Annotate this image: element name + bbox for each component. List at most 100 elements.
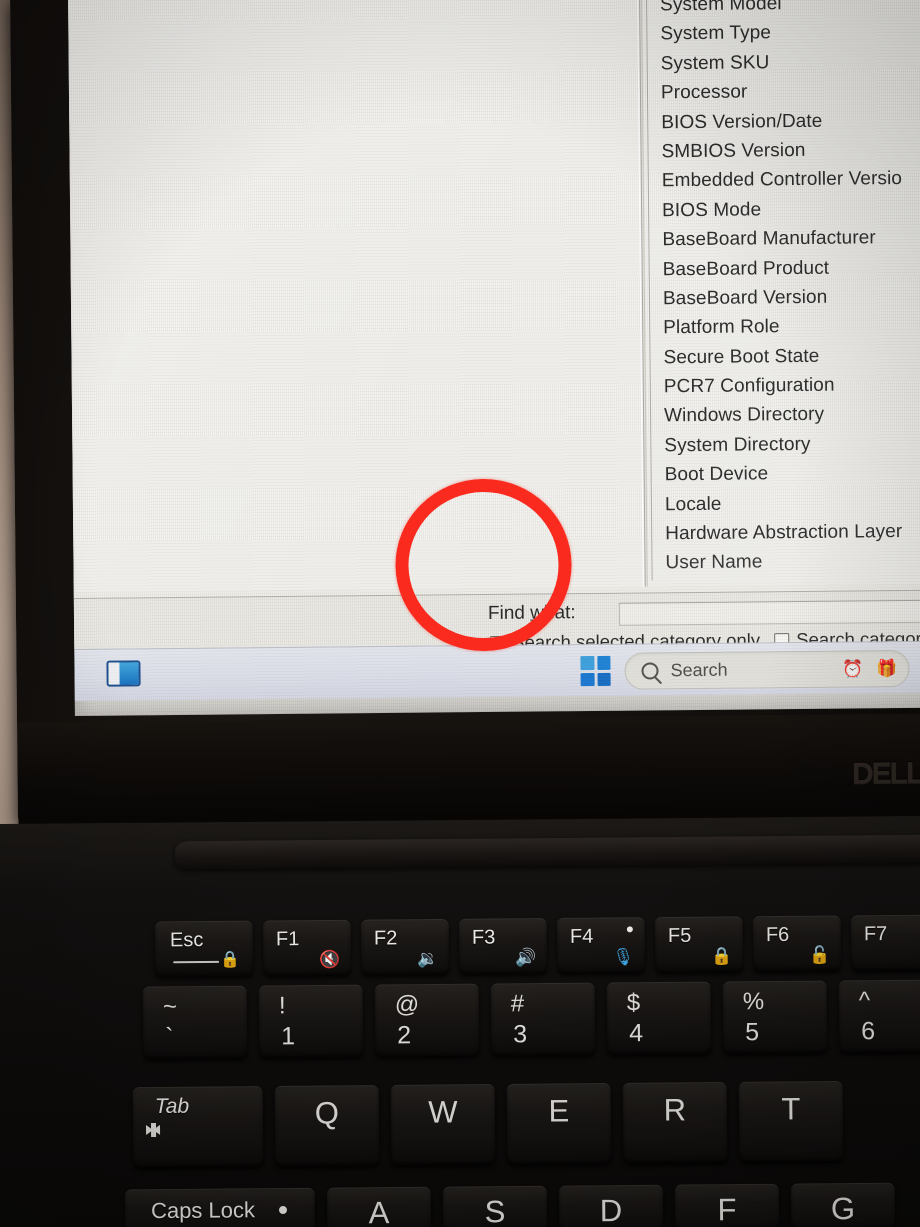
key-label: R [663,1092,687,1128]
list-item[interactable]: Platform Role [645,311,920,343]
find-bar: Find what: Search selected category only… [73,591,920,653]
key-a[interactable]: A [326,1186,432,1227]
taskbar-search-box[interactable]: Search ⏰ 🎁 [624,649,910,690]
list-item[interactable]: Embedded Controller Versio [644,164,920,196]
start-button-icon[interactable] [580,655,611,687]
key-2[interactable]: @2 [374,983,480,1057]
key-t[interactable]: T [738,1080,844,1162]
key-s[interactable]: S [442,1185,548,1227]
key-label: S [484,1194,506,1227]
system-details-list[interactable]: System Model System Type System SKU Process… [640,0,920,587]
fn-lock-icon: 🔒 [220,951,241,969]
list-item[interactable]: Locale [647,487,920,519]
key-f6[interactable]: F6 🔓 [752,915,842,972]
key-esc[interactable]: Esc 🔒 [154,920,254,977]
key-r[interactable]: R [622,1081,728,1163]
list-item[interactable]: Hardware Abstraction Layer [647,517,920,549]
keyboard-function-row: Esc 🔒 F1 🔇 F2 🔉 F3 🔊 F4 🎙 F5 🔒 F6 🔓 F7 [154,914,920,977]
list-item[interactable]: Secure Boot State [645,340,920,372]
fn-action-icon: 🔊 [514,948,537,968]
item-name-column: System Model System Type System SKU Process… [642,0,920,578]
key-f7[interactable]: F7 [850,914,920,971]
key-label: F4 [569,925,594,948]
system-information-window: System Model System Type System SKU Process… [68,0,920,653]
key-e[interactable]: E [506,1082,612,1164]
key-f[interactable]: F [674,1183,780,1227]
key-f3[interactable]: F3 🔊 [458,918,548,974]
key-shift-label: $ [626,989,641,1017]
list-item[interactable]: System Type [642,17,920,49]
find-label-accel: w [530,602,545,624]
list-item[interactable]: BaseBoard Manufacturer [644,223,920,255]
key-caps-lock[interactable]: Caps Lock [124,1187,316,1227]
search-icon [641,661,659,680]
caps-lock-led [278,1205,288,1215]
list-item[interactable]: BIOS Version/Date [643,105,920,137]
key-label: F5 [667,924,692,947]
key-label: Caps Lock [150,1197,256,1224]
key-label: 3 [513,1020,528,1049]
key-label: Tab [154,1094,190,1118]
tab-arrows-icon [145,1122,227,1137]
fn-action-icon: 🔒 [710,946,733,966]
screen-bottom-bezel [17,713,920,833]
list-item[interactable]: BaseBoard Product [645,252,920,284]
fn-action-icon: 🎙 [612,947,635,967]
key-4[interactable]: $4 [606,981,712,1055]
key-label: T [781,1091,801,1127]
keyboard-number-row: ~ `! 1 @2 #3 $4% 5 ^ 6 [142,979,920,1059]
category-tree-pane[interactable] [69,0,646,592]
list-item[interactable]: Boot Device [647,458,920,490]
list-item[interactable]: PCR7 Configuration [646,370,920,402]
key-label: F7 [863,923,888,946]
key-q[interactable]: Q [274,1085,380,1166]
key-f4[interactable]: F4 🎙 [556,917,646,973]
dell-logo: DELL [851,756,920,791]
alarm-clock-icon[interactable]: ⏰ [842,659,864,678]
key-label: F [717,1192,737,1227]
list-item[interactable]: BaseBoard Version [645,282,920,314]
key-f1[interactable]: F1 🔇 [262,919,352,976]
key-label: D [599,1193,623,1227]
list-item[interactable]: Processor [643,76,920,108]
list-item[interactable]: SMBIOS Version [643,135,920,167]
key-5[interactable]: % 5 [722,980,828,1054]
key-1[interactable]: ! 1 [258,984,364,1058]
key-f2[interactable]: F2 🔉 [360,918,450,975]
list-item[interactable]: BIOS Mode [644,193,920,225]
gift-icon[interactable]: 🎁 [876,659,898,678]
widgets-icon[interactable] [106,660,141,687]
key-label: 4 [629,1019,644,1048]
key-label: Esc [169,929,204,952]
key-label: E [548,1093,570,1129]
key-f5[interactable]: F5 🔒 [654,916,744,973]
taskbar-center: Search ⏰ 🎁 [580,642,910,697]
list-item[interactable]: Windows Directory [646,399,920,431]
key-w[interactable]: W [390,1083,496,1165]
windows-taskbar: Search ⏰ 🎁 [74,640,920,701]
key-d[interactable]: D [558,1184,664,1227]
list-item[interactable]: User Name [647,546,920,578]
windows-logo-quadrant-4 [597,672,611,686]
list-item[interactable]: System SKU [643,46,920,78]
keyboard-caps-row: Caps Lock A S D F G [124,1182,907,1227]
find-what-label: Find what: [488,602,576,625]
fn-action-icon: 🔇 [318,949,341,970]
key-3[interactable]: #3 [490,982,596,1056]
windows-logo-quadrant-2 [596,655,611,670]
key-g[interactable]: G [790,1182,896,1227]
key-tab[interactable]: Tab [132,1086,264,1168]
key-label: ` [165,1023,174,1052]
key-shift-label: # [510,990,525,1018]
laptop-screen: System Model System Type System SKU Process… [68,0,920,716]
key-shift-label: % [742,988,765,1016]
key-label: G [830,1191,856,1227]
key-6[interactable]: ^ 6 [838,979,920,1053]
find-what-input[interactable] [618,599,920,626]
key-label: W [428,1094,458,1130]
list-item[interactable]: System Directory [646,428,920,460]
search-placeholder: Search [670,659,728,680]
key-`[interactable]: ~ ` [142,985,248,1059]
key-label: 5 [745,1018,760,1047]
key-shift-label: ! [278,992,286,1020]
